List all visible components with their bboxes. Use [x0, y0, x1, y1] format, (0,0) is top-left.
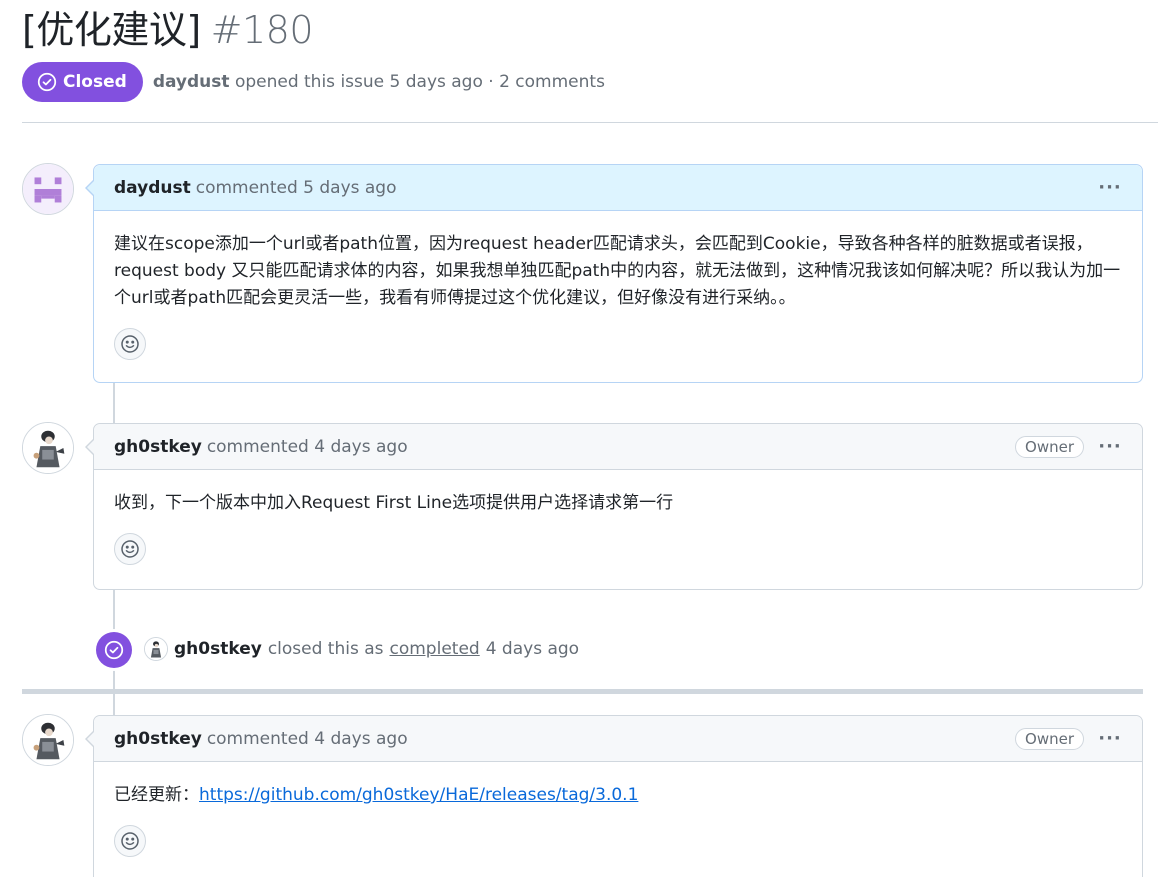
issue-meta: Closed daydust opened this issue 5 days …: [22, 62, 605, 102]
owner-badge: Owner: [1015, 727, 1084, 750]
closed-event-badge: [96, 632, 132, 668]
issue-state-badge: Closed: [22, 62, 143, 102]
comment-body: 收到，下一个版本中加入Request First Line选项提供用户选择请求第…: [114, 493, 674, 513]
comment-timestamp[interactable]: commented 4 days ago: [207, 729, 408, 749]
add-reaction-button[interactable]: [114, 328, 146, 360]
release-link[interactable]: https://github.com/gh0stkey/HaE/releases…: [199, 785, 638, 805]
comment-author-link[interactable]: gh0stkey: [114, 437, 202, 457]
comment-header: gh0stkey commented 4 days ago Owner ···: [94, 424, 1142, 470]
smiley-icon: [121, 540, 139, 558]
issue-meta-text: opened this issue 5 days ago · 2 comment…: [234, 72, 605, 92]
add-reaction-button[interactable]: [114, 825, 146, 857]
event-actor-link[interactable]: gh0stkey: [174, 639, 262, 659]
event-avatar[interactable]: [144, 637, 168, 661]
comment-3: gh0stkey commented 4 days ago Owner ··· …: [85, 715, 1143, 877]
comment-header: gh0stkey commented 4 days ago Owner ···: [94, 716, 1142, 762]
issue-number: #180: [210, 8, 314, 52]
avatar-gh0stkey[interactable]: [22, 422, 74, 474]
check-circle-icon: [104, 640, 124, 660]
completed-link[interactable]: completed: [390, 639, 480, 659]
kebab-icon[interactable]: ···: [1098, 728, 1122, 749]
comment-body: 已经更新：https://github.com/gh0stkey/HaE/rel…: [94, 762, 1142, 809]
smiley-icon: [121, 832, 139, 850]
comment-body: 建议在scope添加一个url或者path位置，因为request header…: [114, 234, 1121, 308]
issue-author-link[interactable]: daydust: [153, 72, 230, 92]
avatar-gh0stkey[interactable]: [22, 714, 74, 766]
add-reaction-button[interactable]: [114, 533, 146, 565]
issue-state-label: Closed: [63, 72, 127, 92]
comment-body-prefix: 已经更新：: [114, 785, 199, 805]
owner-badge: Owner: [1015, 435, 1084, 458]
comment-author-link[interactable]: daydust: [114, 178, 191, 198]
check-circle-icon: [37, 72, 57, 92]
comment-timestamp[interactable]: commented 5 days ago: [196, 178, 397, 198]
event-time[interactable]: 4 days ago: [486, 639, 579, 659]
avatar-daydust[interactable]: [22, 163, 74, 215]
smiley-icon: [121, 335, 139, 353]
comment-1: daydust commented 5 days ago ··· 建议在scop…: [85, 164, 1143, 383]
closed-event: gh0stkey closed this as completed 4 days…: [144, 635, 579, 663]
event-text: closed this as: [267, 639, 384, 659]
header-divider: [22, 122, 1158, 123]
comment-author-link[interactable]: gh0stkey: [114, 729, 202, 749]
issue-title: [优化建议] #180: [22, 6, 314, 54]
comment-2: gh0stkey commented 4 days ago Owner ··· …: [85, 423, 1143, 590]
comment-header: daydust commented 5 days ago ···: [94, 165, 1142, 211]
issue-title-text: [优化建议]: [22, 8, 201, 52]
comment-timestamp[interactable]: commented 4 days ago: [207, 437, 408, 457]
kebab-icon[interactable]: ···: [1098, 436, 1122, 457]
kebab-icon[interactable]: ···: [1098, 177, 1122, 198]
timeline-divider: [22, 689, 1143, 694]
